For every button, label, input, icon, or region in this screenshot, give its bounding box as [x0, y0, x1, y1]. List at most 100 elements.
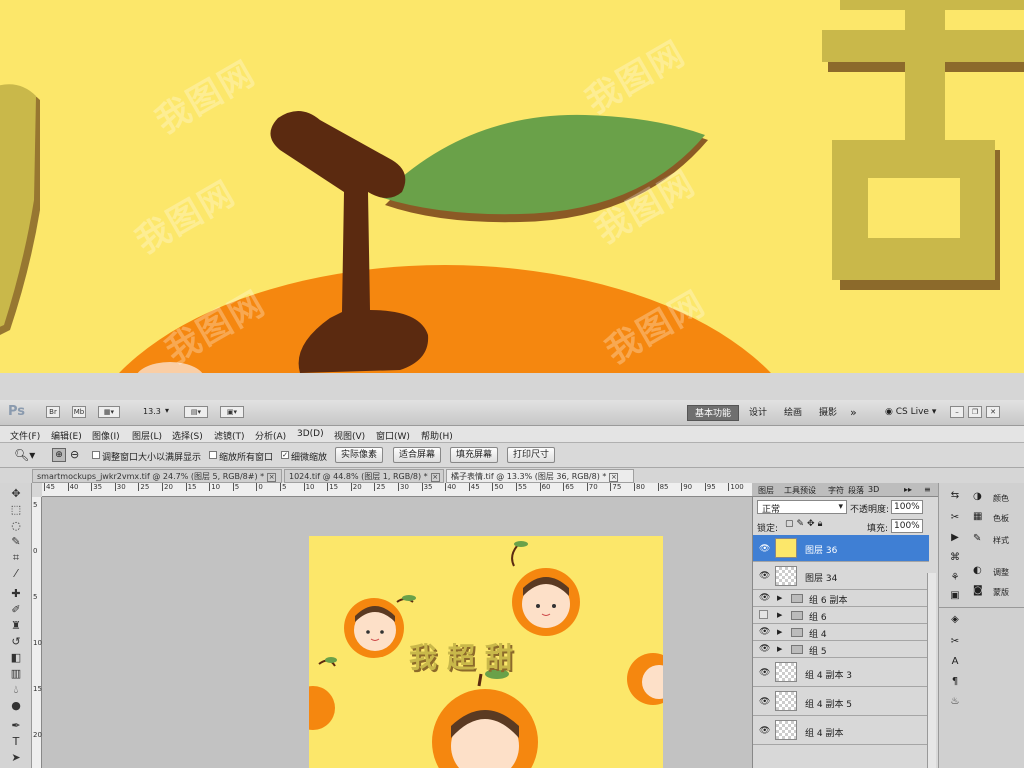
swatches-icon[interactable]: ▦ — [973, 511, 982, 522]
expand-triangle-icon[interactable]: ▶ — [777, 645, 782, 653]
eye-icon[interactable]: 👁︎ — [759, 668, 770, 678]
close-tab-icon[interactable]: × — [430, 473, 440, 482]
clone-source-icon[interactable]: ⚘ — [947, 571, 963, 585]
document-canvas[interactable]: 我超甜 — [309, 536, 663, 768]
eraser-tool-icon[interactable]: ◧ — [9, 651, 23, 665]
scrubby-zoom-checkbox[interactable]: ✓ — [281, 451, 289, 459]
layer-row[interactable]: 👁︎ 图层 36 — [753, 535, 929, 562]
minimize-button[interactable]: – — [950, 406, 964, 418]
expand-triangle-icon[interactable]: ▶ — [777, 611, 782, 619]
resize-window-checkbox[interactable] — [92, 451, 100, 459]
menu-layer[interactable]: 图层(L) — [132, 429, 162, 442]
menu-image[interactable]: 图像(I) — [92, 429, 120, 442]
mini-bridge-button[interactable]: Mb — [72, 406, 86, 418]
fill-input[interactable]: 100% — [891, 519, 923, 533]
adjustments-icon[interactable]: ◐ — [973, 565, 982, 576]
healing-brush-tool-icon[interactable]: ✚ — [9, 587, 23, 601]
group-row[interactable]: ▶ 组 6 — [753, 607, 929, 624]
history-icon[interactable]: ✂ — [947, 511, 963, 525]
group-row[interactable]: 👁︎ ▶ 组 4 — [753, 624, 929, 641]
dock-label-masks[interactable]: 蒙版 — [993, 587, 1009, 598]
group-row[interactable]: 👁︎ ▶ 组 6 副本 — [753, 590, 929, 607]
gradient-tool-icon[interactable]: ▥ — [9, 667, 23, 681]
color-icon[interactable]: ◑ — [973, 491, 982, 502]
tab-character[interactable]: 字符 — [828, 485, 844, 496]
layer-row[interactable]: 👁︎ 组 4 副本 5 — [753, 687, 929, 716]
more-workspaces-button[interactable]: » — [843, 405, 864, 421]
zoom-dropdown-icon[interactable]: ▾ — [165, 406, 169, 415]
eye-icon[interactable]: 👁︎ — [759, 627, 770, 637]
collapse-dock-icon[interactable]: ⇆ — [947, 489, 963, 503]
visibility-off-box[interactable] — [759, 610, 768, 619]
cs-live-button[interactable]: ◉ CS Live ▾ — [885, 407, 936, 417]
channels-icon[interactable]: ✂ — [947, 635, 963, 649]
menu-filter[interactable]: 滤镜(T) — [214, 429, 245, 442]
workspace-essentials[interactable]: 基本功能 — [687, 405, 740, 421]
tab-layers[interactable]: 图层 — [758, 485, 774, 496]
zoom-level[interactable]: 13.3 — [143, 407, 161, 416]
menu-edit[interactable]: 编辑(E) — [51, 429, 82, 442]
panel-collapse-icon[interactable]: ▸▸ — [904, 485, 912, 494]
blend-mode-select[interactable]: 正常 ▾ — [757, 500, 847, 515]
view-extras-button[interactable]: ▦▾ — [98, 406, 120, 418]
3d-icon[interactable]: ♨ — [947, 695, 963, 709]
menu-view[interactable]: 视图(V) — [334, 429, 365, 442]
info-icon[interactable]: ▣ — [947, 589, 963, 603]
dock-label-adjustments[interactable]: 调整 — [993, 567, 1009, 578]
eye-icon[interactable]: 👁︎ — [759, 544, 770, 554]
workspace-design[interactable]: 设计 — [742, 405, 774, 421]
canvas-area[interactable]: 我超甜 — [42, 497, 752, 768]
paths-icon[interactable]: A — [947, 655, 963, 669]
lasso-tool-icon[interactable]: ◌ — [9, 519, 23, 533]
zoom-tool-preset-icon[interactable]: 🔍︎▾ — [14, 448, 35, 462]
tab-document-2[interactable]: 1024.tif @ 44.8% (图层 1, RGB/8) * × — [284, 469, 444, 483]
layers-scrollbar[interactable] — [927, 573, 936, 768]
layer-row[interactable]: 👁︎ 图层 34 — [753, 562, 929, 590]
group-row[interactable]: 👁︎ ▶ 组 5 — [753, 641, 929, 658]
layers-dock-icon[interactable]: ◈ — [947, 613, 963, 627]
zoom-in-icon[interactable]: ⊕ — [52, 448, 66, 462]
menu-help[interactable]: 帮助(H) — [421, 429, 453, 442]
close-tab-icon[interactable]: × — [609, 473, 619, 482]
masks-icon[interactable]: ◙ — [973, 585, 983, 596]
zoom-all-checkbox[interactable] — [209, 451, 217, 459]
menu-file[interactable]: 文件(F) — [10, 429, 40, 442]
layer-row[interactable]: 👁︎ 组 4 副本 — [753, 716, 929, 745]
blur-tool-icon[interactable]: 💧︎ — [9, 683, 23, 697]
close-window-button[interactable]: ✕ — [986, 406, 1000, 418]
expand-triangle-icon[interactable]: ▶ — [777, 594, 782, 602]
pen-tool-icon[interactable]: ✒ — [9, 719, 23, 733]
quick-selection-tool-icon[interactable]: ✎ — [9, 535, 23, 549]
layer-row[interactable]: 👁︎ 组 4 副本 3 — [753, 658, 929, 687]
workspace-painting[interactable]: 绘画 — [777, 405, 809, 421]
actions-icon[interactable]: ▶ — [947, 531, 963, 545]
eye-icon[interactable]: 👁︎ — [759, 593, 770, 603]
actual-pixels-button[interactable]: 实际像素 — [335, 447, 384, 463]
eye-icon[interactable]: 👁︎ — [759, 726, 770, 736]
zoom-out-icon[interactable]: ⊖ — [70, 448, 79, 461]
close-tab-icon[interactable]: × — [267, 473, 277, 482]
expand-triangle-icon[interactable]: ▶ — [777, 628, 782, 636]
marquee-tool-icon[interactable]: ⬚ — [9, 503, 23, 517]
opacity-input[interactable]: 100% — [891, 500, 923, 514]
menu-analysis[interactable]: 分析(A) — [255, 429, 286, 442]
arrange-documents-button[interactable]: ▤▾ — [184, 406, 208, 418]
panel-menu-icon[interactable]: ≡ — [924, 485, 931, 494]
brush-tool-icon[interactable]: ✐ — [9, 603, 23, 617]
restore-button[interactable]: ❐ — [968, 406, 982, 418]
history-brush-tool-icon[interactable]: ↺ — [9, 635, 23, 649]
brush-presets-icon[interactable]: ⌘ — [947, 551, 963, 565]
type-tool-icon[interactable]: T — [9, 735, 23, 749]
tab-paragraph[interactable]: 段落 — [848, 485, 864, 496]
dodge-tool-icon[interactable]: ● — [9, 699, 23, 713]
eye-icon[interactable]: 👁︎ — [759, 697, 770, 707]
path-selection-tool-icon[interactable]: ➤ — [9, 751, 23, 765]
eyedropper-tool-icon[interactable]: ⁄ — [9, 567, 23, 581]
tab-document-1[interactable]: smartmockups_jwkr2vmx.tif @ 24.7% (图层 5,… — [32, 469, 282, 483]
tab-tool-presets[interactable]: 工具预设 — [784, 485, 816, 496]
clone-stamp-tool-icon[interactable]: ♜ — [9, 619, 23, 633]
dock-label-swatches[interactable]: 色板 — [993, 513, 1009, 524]
styles-icon[interactable]: ✎ — [973, 533, 981, 544]
paragraph-icon[interactable]: ¶ — [947, 675, 963, 689]
lock-icons[interactable]: ▢✎✥🔒︎ — [785, 519, 825, 529]
